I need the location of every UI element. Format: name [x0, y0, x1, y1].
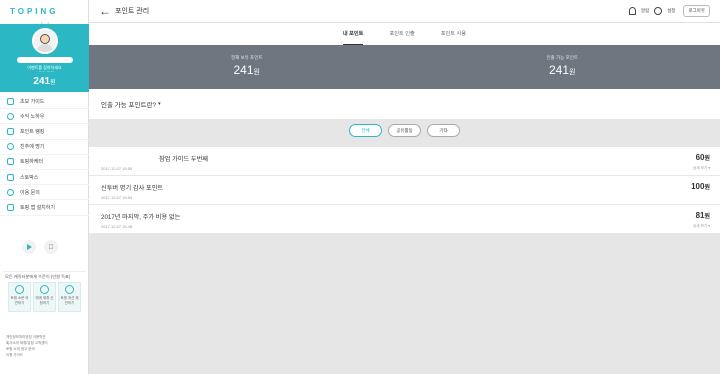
settings-label[interactable]: 설정 [667, 8, 675, 14]
avatar-head-icon [39, 34, 50, 44]
avatar[interactable] [31, 28, 58, 54]
help-card-label: 토핑 개선 제안하기 [60, 296, 79, 305]
sidebar-item-label: 포인트 랭킹 [20, 128, 45, 135]
footer-links: 개인정보처리방침 이용약관 회사소개 제휴/입점 고객센터 토핑 소개 광고 문… [6, 334, 86, 358]
help-title: 모든 캐릭터분에게 수운이 (인원 득표) [5, 274, 71, 279]
sidebar-item-revenue-knowhow[interactable]: 수익 노하우 [0, 109, 89, 125]
profile-points: 241원 [0, 72, 89, 92]
entry-amount: 81원 [695, 211, 710, 220]
tab-my-points[interactable]: 내 포인트 [342, 23, 364, 45]
question-icon [7, 188, 14, 196]
points-history-list: 참업 가이드 두번째 2017.12.07 15:55 60원 상세 보기 ▾ … [89, 147, 720, 234]
sidebar-item-label: 토핑하케터 [20, 159, 44, 166]
notice-label[interactable]: 알림 [641, 8, 649, 14]
arrow-left-icon[interactable]: ← [99, 5, 111, 17]
bell-icon[interactable] [628, 7, 636, 15]
profile-points-value: 241 [33, 76, 51, 87]
sidebar-item-label: 수익 노하우 [20, 113, 45, 120]
help-card-label: 에게 제휴 신청하기 [35, 296, 54, 305]
book-icon [7, 97, 14, 105]
globe-icon [40, 285, 49, 294]
app-logo[interactable]: TOPING [10, 7, 59, 16]
entry-title: 참업 가이드 두번째 [159, 156, 208, 163]
list-item[interactable]: 2017년 마지막, 주가 비용 없는 2017.12.07 15:48 81원… [89, 205, 720, 234]
header-actions: 알림 설정 로그아웃 [628, 5, 710, 17]
profile-points-unit: 원 [50, 80, 56, 86]
tab-withdraw[interactable]: 포인트 인출 [389, 23, 414, 45]
withdrawable-points-label: 인출 가능 포인트 [546, 55, 578, 60]
chevron-down-icon: ▾ [158, 101, 161, 107]
sidebar-menu: 초보 가이드 수익 노하우 포인트 랭킹 친추에 명기 토핑하케터 스토박스 이… [0, 94, 89, 216]
logout-button[interactable]: 로그아웃 [683, 5, 710, 17]
withdrawable-info-label: 인출 가능 포인트란? [101, 102, 157, 109]
apple-icon[interactable]:  [44, 240, 58, 254]
help-cards: 토핑 소문 의견하기 에게 제휴 신청하기 토핑 개선 제안하기 [3, 282, 86, 312]
sidebar-item-label: 토핑 앱 설치하기 [20, 204, 55, 211]
page-title: 포인트 관리 [115, 8, 150, 15]
withdrawable-info-toggle[interactable]: 인출 가능 포인트란? ▾ [89, 89, 720, 119]
tabs-bar: 내 포인트 포인트 인출 포인트 사용 [89, 23, 720, 45]
trophy-icon [7, 127, 14, 135]
filter-all-button[interactable]: 전체 [349, 124, 382, 137]
lightbulb-icon [65, 285, 74, 294]
gear-icon[interactable] [654, 7, 663, 15]
friends-icon [7, 143, 14, 151]
sidebar-item-storebox[interactable]: 스토박스 [0, 170, 89, 186]
tab-usage[interactable]: 포인트 사용 [441, 23, 466, 45]
sidebar-item-friends[interactable]: 친추에 명기 [0, 140, 89, 155]
sidebar-item-inquiry[interactable]: 이용 문의 [0, 185, 89, 201]
withdrawable-points-value: 241원 [549, 63, 576, 77]
entry-amount: 60원 [695, 153, 710, 162]
sidebar: TOPING 이벤트를 참여하세요 프로필 편집 241원 초보 가이드 수익 … [0, 0, 89, 374]
footer-line[interactable]: 이용 가이드 [6, 352, 86, 358]
withdrawable-points: 인출 가능 포인트 241원 [405, 45, 720, 89]
google-play-icon[interactable] [22, 240, 36, 254]
help-card-partnership[interactable]: 에게 제휴 신청하기 [33, 282, 56, 312]
sidebar-item-label: 이용 문의 [20, 189, 40, 196]
help-card-feedback[interactable]: 토핑 소문 의견하기 [8, 282, 31, 312]
bulb-icon [7, 112, 14, 120]
megaphone-icon [7, 158, 14, 166]
points-summary: 현재 보유 포인트 241원 인출 가능 포인트 241원 [89, 45, 720, 89]
help-card-suggestion[interactable]: 토핑 개선 제안하기 [58, 282, 81, 312]
list-item[interactable]: 신투버 명기 감사 포인트 2017.12.07 15:54 100원 [89, 176, 720, 205]
sidebar-item-label: 초보 가이드 [20, 98, 45, 105]
page-header: ← 포인트 관리 알림 설정 로그아웃 [89, 0, 720, 23]
filter-share-button[interactable]: 공유활동 [388, 124, 421, 137]
profile-name-redacted [16, 57, 73, 63]
filter-other-button[interactable]: 기타 [427, 124, 460, 137]
entry-date: 2017.12.07 15:55 [101, 166, 133, 171]
filter-row: 전체 공유활동 기타 [89, 124, 720, 141]
box-icon [7, 173, 14, 181]
sidebar-item-beginner-guide[interactable]: 초보 가이드 [0, 94, 89, 110]
phone-icon [7, 203, 14, 211]
entry-date: 2017.12.07 15:48 [101, 224, 133, 229]
entry-date: 2017.12.07 15:54 [101, 195, 133, 200]
help-box: 모든 캐릭터분에게 수운이 (인원 득표) 토핑 소문 의견하기 에게 제휴 신… [3, 271, 86, 313]
entry-amount: 100원 [691, 182, 710, 191]
help-card-label: 토핑 소문 의견하기 [10, 296, 29, 305]
speaker-icon [15, 285, 24, 294]
held-points-label: 현재 보유 포인트 [231, 55, 263, 60]
sidebar-item-install-app[interactable]: 토핑 앱 설치하기 [0, 200, 89, 216]
held-points-value: 241원 [233, 63, 260, 77]
held-points: 현재 보유 포인트 241원 [89, 45, 405, 89]
sidebar-item-marketer[interactable]: 토핑하케터 [0, 155, 89, 170]
avatar-body-icon [36, 44, 53, 52]
entry-detail-link[interactable]: 상세 보기 ▾ [693, 166, 710, 171]
sidebar-item-label: 친추에 명기 [20, 144, 45, 151]
sidebar-item-point-ranking[interactable]: 포인트 랭킹 [0, 124, 89, 140]
app-store-links:  [22, 240, 58, 254]
list-item[interactable]: 참업 가이드 두번째 2017.12.07 15:55 60원 상세 보기 ▾ [89, 147, 720, 176]
logo-bar: TOPING [0, 0, 88, 22]
entry-title: 신투버 명기 감사 포인트 [101, 185, 164, 192]
sidebar-item-label: 스토박스 [20, 174, 39, 181]
entry-title: 2017년 마지막, 주가 비용 없는 [101, 214, 181, 221]
entry-detail-link[interactable]: 상세 보기 ▾ [693, 224, 710, 229]
